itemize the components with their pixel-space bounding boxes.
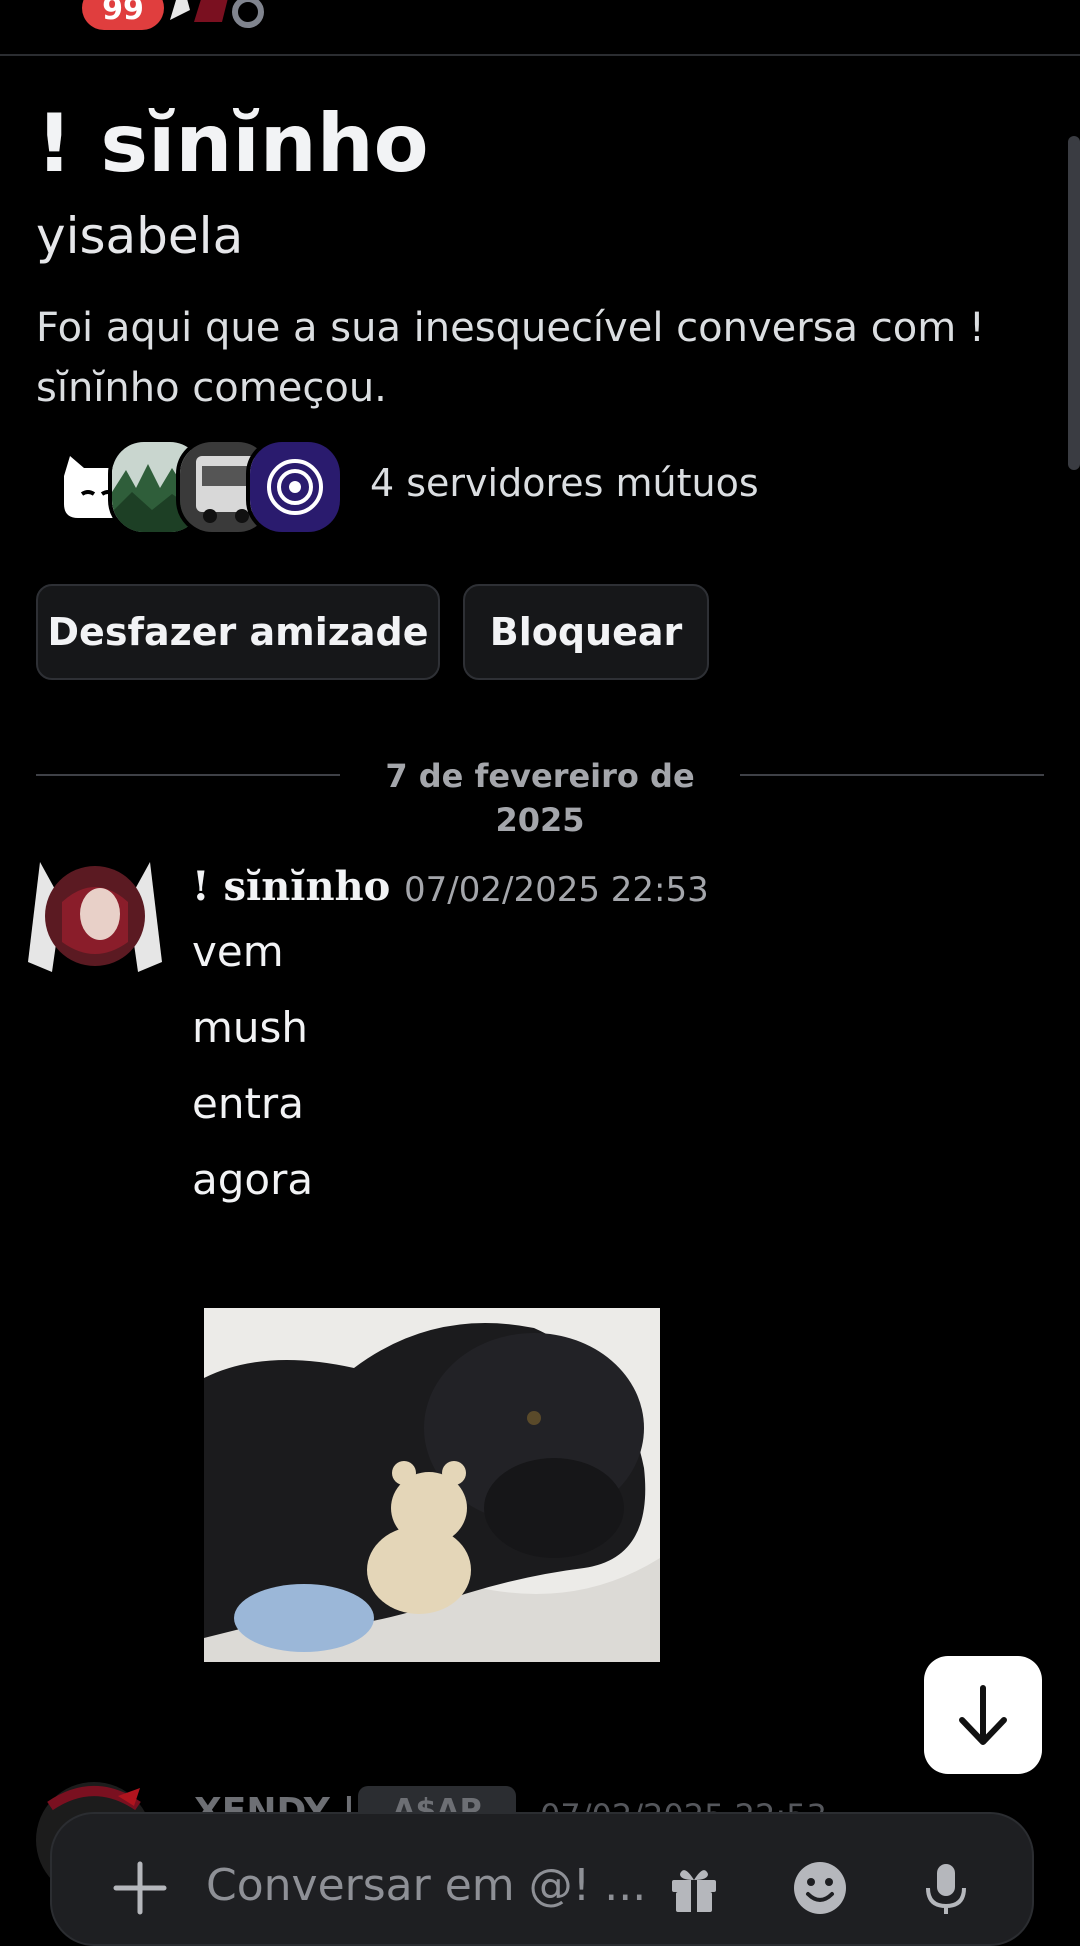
unfriend-button[interactable]: Desfazer amizade	[36, 584, 440, 680]
divider-line-right	[740, 774, 1044, 776]
arrow-down-icon	[959, 1685, 1007, 1745]
avatar[interactable]	[22, 842, 168, 982]
unread-badge: 99	[82, 0, 164, 30]
status-indicator-icon	[232, 0, 264, 28]
jump-to-present-button[interactable]	[924, 1656, 1042, 1774]
microphone-icon[interactable]	[918, 1860, 974, 1916]
spiral-logo-icon	[246, 438, 344, 536]
profile-display-name: ! sĭnĭnho	[36, 97, 429, 190]
emoji-icon[interactable]	[792, 1860, 848, 1916]
top-avatar[interactable]	[166, 0, 230, 24]
profile-username: yisabela	[36, 207, 244, 265]
mutual-servers[interactable]: 4 servidores mútuos	[48, 438, 948, 536]
message-line: mush	[192, 1003, 309, 1052]
message-line: vem	[192, 927, 284, 976]
plus-icon[interactable]	[110, 1858, 170, 1918]
block-button[interactable]: Bloquear	[463, 584, 709, 680]
scrollbar[interactable]	[1068, 136, 1080, 470]
message-author[interactable]: ! sĭnĭnho	[192, 862, 390, 912]
top-bar: 99	[0, 0, 1080, 56]
mutual-servers-label: 4 servidores mútuos	[370, 461, 759, 505]
message-timestamp: 07/02/2025 22:53	[404, 870, 709, 910]
gif-attachment[interactable]	[204, 1308, 660, 1662]
message-composer	[50, 1812, 1034, 1946]
message-input[interactable]	[204, 1854, 688, 1916]
conversation-intro: Foi aqui que a sua inesquecível conversa…	[36, 305, 985, 411]
message-line: agora	[192, 1155, 314, 1204]
message-line: entra	[192, 1079, 304, 1128]
date-divider: 7 de fevereiro de 2025	[385, 757, 695, 839]
divider-line-left	[36, 774, 340, 776]
gift-icon[interactable]	[666, 1860, 722, 1916]
